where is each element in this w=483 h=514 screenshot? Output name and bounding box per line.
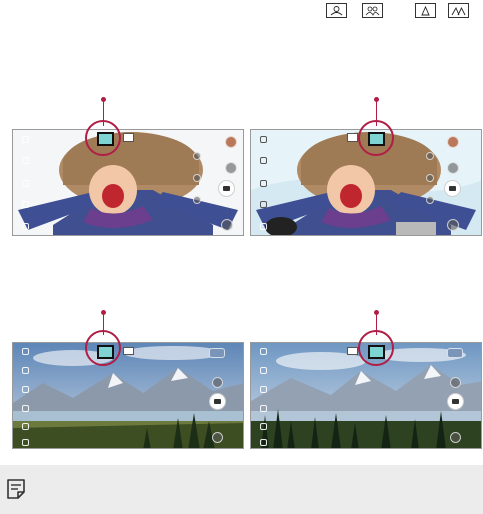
flash-icon[interactable] (260, 367, 267, 374)
flash-icon[interactable] (260, 157, 267, 164)
grid-icon[interactable] (260, 201, 267, 208)
landscape-mode-thumb[interactable] (123, 133, 134, 142)
portrait-icon (326, 3, 347, 18)
callout-dot (374, 310, 379, 315)
mode-icon[interactable] (22, 348, 29, 355)
grid-icon[interactable] (260, 423, 267, 430)
gallery-button[interactable] (447, 348, 463, 358)
mode-icon[interactable] (260, 348, 267, 355)
mode-toggle-1[interactable] (193, 152, 201, 160)
settings-icon[interactable] (22, 439, 29, 446)
shutter-button[interactable] (209, 393, 226, 410)
gallery-button[interactable] (209, 348, 225, 358)
callout-ring (358, 330, 394, 366)
callout-ring (85, 330, 121, 366)
note-box (0, 465, 483, 514)
gallery-button[interactable] (447, 136, 459, 148)
video-button[interactable] (212, 377, 223, 388)
note-icon (6, 478, 26, 505)
timer-icon[interactable] (22, 386, 29, 393)
landscape-mode-thumb[interactable] (347, 347, 358, 355)
mode-toggle-1[interactable] (426, 152, 434, 160)
settings-icon[interactable] (22, 223, 29, 230)
callout-dot (374, 97, 379, 102)
mode-toggle-3[interactable] (426, 196, 434, 204)
wide-mode-thumb[interactable] (123, 347, 134, 355)
back-button[interactable] (212, 432, 223, 443)
hdr-icon[interactable] (260, 405, 267, 412)
back-button[interactable] (221, 219, 233, 231)
landscape-icon (415, 3, 436, 18)
wide-landscape-icon (448, 3, 469, 18)
portrait-mode-thumb[interactable] (347, 133, 358, 142)
shutter-button[interactable] (218, 180, 235, 197)
grid-icon[interactable] (22, 201, 29, 208)
callout-ring (358, 120, 394, 156)
settings-icon[interactable] (260, 439, 267, 446)
mode-toggle-3[interactable] (193, 196, 201, 204)
timer-icon[interactable] (22, 180, 29, 187)
flash-icon[interactable] (22, 367, 29, 374)
video-button[interactable] (447, 162, 459, 174)
callout-dot (101, 310, 106, 315)
hdr-icon[interactable] (22, 405, 29, 412)
video-button[interactable] (450, 377, 461, 388)
mode-toggle-2[interactable] (426, 174, 434, 182)
callout-ring (85, 120, 121, 156)
mode-icon[interactable] (260, 136, 267, 143)
grid-icon[interactable] (22, 423, 29, 430)
mode-toggle-2[interactable] (193, 174, 201, 182)
shutter-button[interactable] (444, 180, 461, 197)
back-button[interactable] (447, 219, 459, 231)
back-button[interactable] (450, 432, 461, 443)
mode-icon[interactable] (22, 136, 29, 143)
camera-screen-mountains-1 (12, 342, 244, 449)
callout-dot (101, 97, 106, 102)
video-button[interactable] (225, 162, 237, 174)
timer-icon[interactable] (260, 180, 267, 187)
flash-icon[interactable] (22, 157, 29, 164)
shutter-button[interactable] (447, 393, 464, 410)
settings-icon[interactable] (260, 223, 267, 230)
gallery-button[interactable] (225, 136, 237, 148)
group-icon (362, 3, 383, 18)
timer-icon[interactable] (260, 386, 267, 393)
camera-screen-portrait (12, 129, 244, 236)
